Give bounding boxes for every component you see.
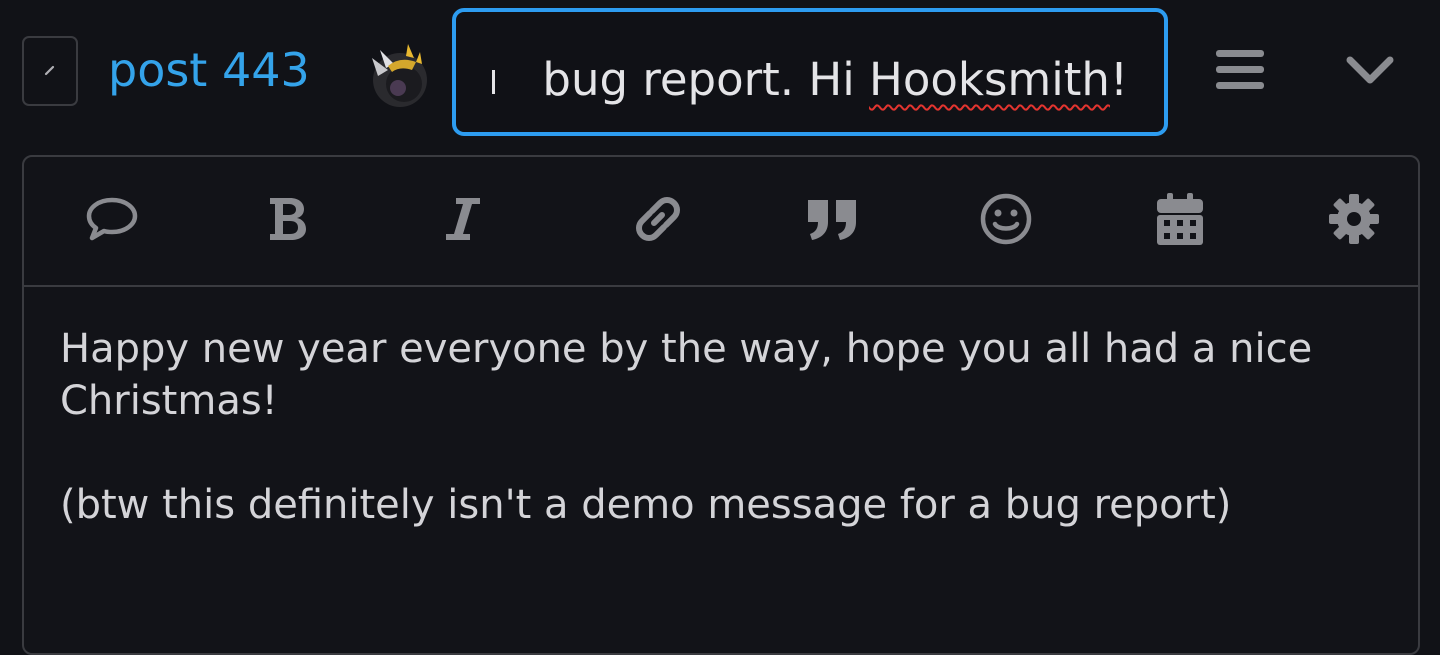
bold-button[interactable] (258, 191, 318, 251)
message-textarea[interactable]: Happy new year everyone by the way, hope… (60, 323, 1380, 531)
post-link[interactable]: post 443 (108, 40, 310, 100)
toolbar (24, 157, 1418, 287)
options-button[interactable] (1324, 191, 1384, 251)
calendar-icon (1154, 191, 1206, 251)
avatar[interactable] (364, 40, 432, 108)
quote-button[interactable] (802, 191, 862, 251)
emoji-button[interactable] (976, 191, 1036, 251)
calendar-button[interactable] (1150, 191, 1210, 251)
text-fragment (492, 70, 495, 94)
misspelled-word: Hooksmith (869, 53, 1110, 106)
reply-type-button[interactable] (22, 36, 78, 106)
emoji-icon (978, 191, 1034, 251)
pencil-icon (43, 62, 57, 81)
title-end: ! (1109, 53, 1128, 106)
title-visible-text: bug report. Hi (542, 53, 870, 106)
link-icon (630, 191, 686, 251)
composer-editor: Happy new year everyone by the way, hope… (22, 155, 1420, 655)
message-line: (btw this definitely isn't a demo messag… (60, 482, 1232, 528)
message-line: Happy new year everyone by the way, hope… (60, 326, 1325, 424)
speech-bubble-icon (84, 194, 140, 248)
bold-icon (266, 194, 310, 248)
chevron-down-icon (1340, 56, 1400, 100)
menu-button[interactable] (1214, 48, 1266, 92)
quote-icon (804, 194, 860, 248)
topic-title-input[interactable]: bug report. Hi Hooksmith! (452, 8, 1168, 136)
collapse-button[interactable] (1340, 46, 1400, 96)
italic-button[interactable] (432, 191, 492, 251)
italic-icon (442, 194, 482, 248)
gear-icon (1326, 191, 1382, 251)
link-button[interactable] (628, 191, 688, 251)
menu-icon (1214, 50, 1266, 96)
title-text: bug report. Hi Hooksmith! (542, 50, 1128, 110)
toggle-preview-button[interactable] (82, 191, 142, 251)
